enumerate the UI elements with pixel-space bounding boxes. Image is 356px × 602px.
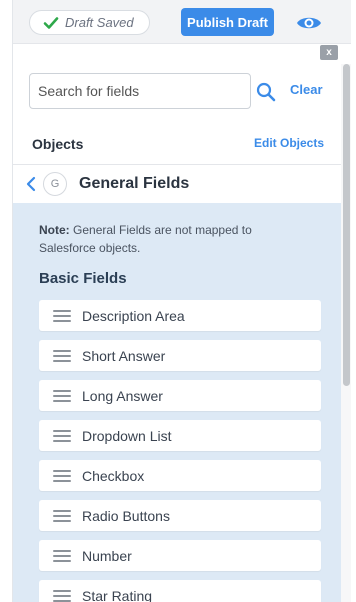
draft-status-text: Draft Saved [65,15,134,30]
field-item-short-answer[interactable]: Short Answer [39,340,321,371]
drag-handle-icon[interactable] [53,589,71,602]
form-builder-panel: Draft Saved Publish Draft x Clear Object… [12,0,351,602]
field-item-number[interactable]: Number [39,540,321,571]
draft-status-pill: Draft Saved [29,10,150,35]
fields-panel: Note: General Fields are not mapped to S… [13,203,341,602]
basic-fields-heading: Basic Fields [39,270,127,287]
check-icon [43,16,59,29]
field-label: Checkbox [82,467,145,484]
drag-handle-icon[interactable] [53,309,71,322]
drag-handle-icon[interactable] [53,429,71,442]
search-icon[interactable] [256,82,276,102]
field-item-checkbox[interactable]: Checkbox [39,460,321,491]
drag-handle-icon[interactable] [53,349,71,362]
scrollbar-thumb[interactable] [343,64,350,386]
eye-icon[interactable] [296,14,322,32]
field-label: Star Rating [82,587,153,602]
clear-search-link[interactable]: Clear [290,82,323,97]
drag-handle-icon[interactable] [53,509,71,522]
field-label: Long Answer [82,387,163,404]
top-toolbar: Draft Saved Publish Draft [13,0,351,44]
field-item-radio-buttons[interactable]: Radio Buttons [39,500,321,531]
note-label: Note: [39,223,70,237]
chevron-left-icon[interactable] [26,176,36,192]
object-badge: G [43,172,67,196]
field-label: Description Area [82,307,185,324]
drag-handle-icon[interactable] [53,549,71,562]
field-label: Dropdown List [82,427,172,444]
field-label: Short Answer [82,347,166,364]
drag-handle-icon[interactable] [53,469,71,482]
field-item-dropdown-list[interactable]: Dropdown List [39,420,321,451]
note-text: Note: General Fields are not mapped to S… [39,221,299,257]
field-label: Radio Buttons [82,507,170,524]
note-body: General Fields are not mapped to Salesfo… [39,223,252,255]
field-item-long-answer[interactable]: Long Answer [39,380,321,411]
publish-draft-button[interactable]: Publish Draft [181,8,274,36]
search-input[interactable] [30,74,220,108]
scrollbar[interactable] [341,64,351,602]
edit-objects-link[interactable]: Edit Objects [254,136,324,150]
section-title: General Fields [79,175,190,192]
field-label: Number [82,547,132,564]
field-item-star-rating[interactable]: Star Rating [39,580,321,602]
general-fields-header: G General Fields [13,164,341,202]
search-field [29,73,276,109]
objects-heading: Objects [32,136,84,152]
drag-handle-icon[interactable] [53,389,71,402]
close-button[interactable]: x [320,45,338,60]
field-item-description-area[interactable]: Description Area [39,300,321,331]
